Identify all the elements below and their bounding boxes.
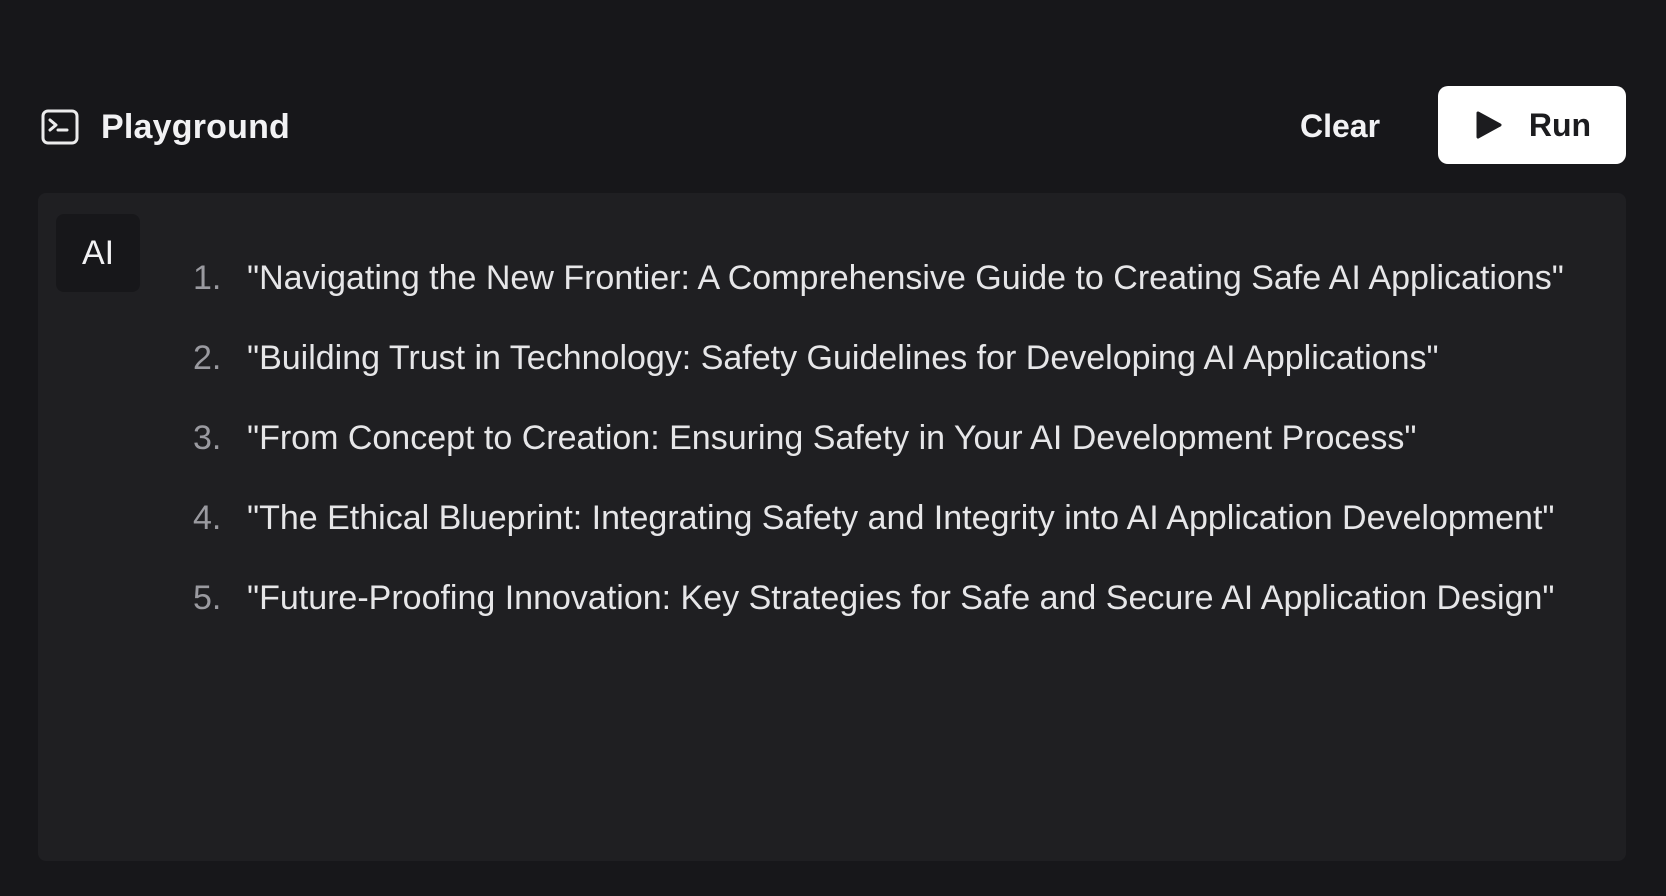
title-list: 1. "Navigating the New Frontier: A Compr… — [193, 248, 1603, 648]
run-label: Run — [1528, 106, 1592, 143]
list-item: 2. "Building Trust in Technology: Safety… — [193, 328, 1603, 389]
page-title: Playground — [101, 107, 291, 146]
item-number: 4. — [193, 499, 222, 537]
run-button[interactable]: Run — [1438, 86, 1626, 164]
item-text: "Building Trust in Technology: Safety Gu… — [247, 339, 1439, 377]
brand: Playground — [41, 105, 290, 149]
item-number: 1. — [193, 259, 222, 297]
ai-badge: AI — [56, 214, 140, 292]
terminal-icon — [41, 109, 79, 145]
clear-button[interactable]: Clear — [1290, 102, 1390, 150]
item-text: "The Ethical Blueprint: Integrating Safe… — [247, 499, 1555, 537]
item-text: "From Concept to Creation: Ensuring Safe… — [247, 419, 1417, 457]
list-item: 4. "The Ethical Blueprint: Integrating S… — [193, 488, 1603, 549]
output-panel: AI 1. "Navigating the New Frontier: A Co… — [38, 193, 1626, 861]
item-number: 3. — [193, 419, 222, 457]
list-item: 3. "From Concept to Creation: Ensuring S… — [193, 408, 1603, 469]
item-text: "Navigating the New Frontier: A Comprehe… — [247, 259, 1564, 297]
play-icon — [1473, 110, 1503, 140]
header: Playground Clear Run — [0, 0, 1666, 192]
item-text: "Future-Proofing Innovation: Key Strateg… — [247, 579, 1555, 617]
list-item: 5. "Future-Proofing Innovation: Key Stra… — [193, 568, 1603, 629]
list-item: 1. "Navigating the New Frontier: A Compr… — [193, 248, 1603, 309]
item-number: 5. — [193, 579, 222, 617]
item-number: 2. — [193, 339, 222, 377]
